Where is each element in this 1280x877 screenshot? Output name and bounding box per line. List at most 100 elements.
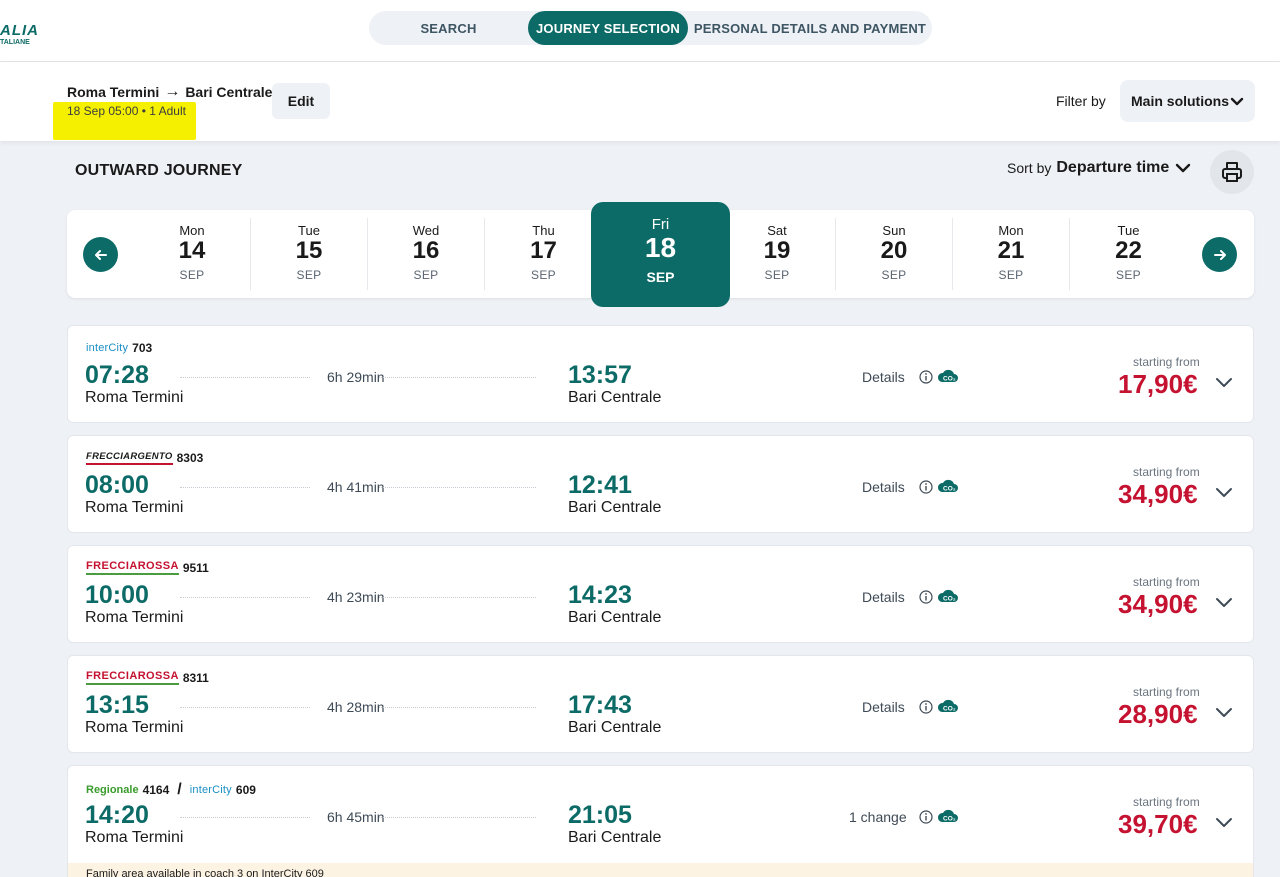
train-number: 4164 (142, 783, 170, 797)
date-option[interactable]: Mon 14 SEP (134, 218, 251, 290)
co2-icon[interactable]: CO₂ (937, 808, 959, 824)
previous-dates-button[interactable] (83, 237, 118, 272)
day-month: SEP (998, 268, 1024, 282)
logo-text: ALIA (0, 22, 39, 39)
day-name: Sun (882, 223, 906, 238)
co2-icon[interactable]: CO₂ (937, 588, 959, 604)
price: 34,90€ (1118, 479, 1198, 509)
journey-card[interactable]: FRECCIARGENTO 8303 08:00 Roma Termini 4h… (67, 435, 1254, 533)
date-option[interactable]: Thu 17 SEP (485, 218, 602, 290)
departure-time: 14:20 (85, 801, 149, 829)
date-option[interactable]: Tue 15 SEP (251, 218, 368, 290)
trip-date-passengers: 18 Sep 05:00 • 1 Adult (67, 104, 186, 118)
co2-icon[interactable]: CO₂ (937, 368, 959, 384)
info-icon[interactable] (919, 370, 933, 384)
route-line (379, 487, 536, 488)
day-month: SEP (1116, 268, 1141, 282)
train-number: 609 (235, 783, 256, 797)
next-dates-button[interactable] (1202, 237, 1237, 272)
price-from-label: starting from (1133, 465, 1200, 479)
price: 39,70€ (1118, 809, 1198, 839)
chevron-down-icon[interactable] (1215, 707, 1233, 719)
price-from-label: starting from (1133, 575, 1200, 589)
print-button[interactable] (1210, 150, 1254, 194)
filter-dropdown[interactable]: Main solutions (1120, 80, 1255, 122)
journey-duration: 4h 23min (327, 589, 385, 605)
price: 34,90€ (1118, 589, 1198, 619)
route-title: Roma Termini → Bari Centrale (67, 83, 272, 101)
day-number: 20 (880, 237, 908, 264)
family-area-notice: Family area available in coach 3 on Inte… (68, 863, 1253, 877)
day-name: Mon (179, 223, 205, 238)
day-month: SEP (413, 268, 439, 282)
arrow-left-icon (94, 249, 107, 260)
info-icon[interactable] (919, 480, 933, 494)
frecciarossa-logo: FRECCIAROSSA (86, 671, 179, 685)
departure-station: Roma Termini (85, 609, 184, 626)
price-from-label: starting from (1133, 355, 1200, 369)
date-option[interactable]: Mon 21 SEP (953, 218, 1070, 290)
day-number: 16 (412, 237, 440, 264)
arrival-time: 21:05 (568, 801, 632, 829)
journey-duration: 4h 41min (327, 479, 385, 495)
departure-station: Roma Termini (85, 499, 184, 516)
svg-text:CO₂: CO₂ (943, 486, 956, 493)
chevron-down-icon[interactable] (1215, 597, 1233, 609)
journey-duration: 4h 28min (327, 699, 385, 715)
route-line (379, 707, 536, 708)
date-option[interactable]: Sat 19 SEP (719, 218, 836, 290)
chevron-down-icon[interactable] (1215, 487, 1233, 499)
frecciargento-logo: FRECCIARGENTO (86, 451, 173, 465)
train-number: 703 (132, 341, 153, 355)
journey-card[interactable]: Regionale 4164 / interCity 609 14:20 Rom… (67, 765, 1254, 877)
departure-time: 08:00 (85, 471, 149, 499)
chevron-down-icon[interactable] (1215, 817, 1233, 829)
info-icon[interactable] (919, 590, 933, 604)
arrow-right-icon: → (164, 83, 181, 100)
train-number: 8303 (176, 451, 204, 465)
day-month: SEP (881, 268, 907, 282)
date-option[interactable]: Wed 16 SEP (368, 218, 485, 290)
details-link[interactable]: Details (862, 479, 905, 495)
origin-station: Roma Termini (67, 84, 160, 100)
date-option[interactable]: Sun 20 SEP (836, 218, 953, 290)
date-option[interactable]: Tue 22 SEP (1070, 218, 1187, 290)
trenitalia-logo[interactable]: ALIA TALIANE (0, 22, 39, 47)
day-month: SEP (531, 268, 556, 282)
outward-journey-title: OUTWARD JOURNEY (75, 162, 243, 179)
info-icon[interactable] (919, 700, 933, 714)
co2-icon[interactable]: CO₂ (937, 478, 959, 494)
sort-value: Departure time (1056, 159, 1170, 176)
date-option-selected[interactable]: Fri 18 SEP (591, 202, 730, 307)
printer-icon (1222, 162, 1242, 182)
departure-station: Roma Termini (85, 829, 184, 846)
step-search[interactable]: SEARCH (369, 11, 528, 45)
changes-link[interactable]: 1 change (849, 809, 907, 825)
train-number: 9511 (182, 561, 209, 575)
co2-icon[interactable]: CO₂ (937, 698, 959, 714)
route-line (180, 707, 310, 708)
frecciarossa-logo: FRECCIAROSSA (86, 561, 179, 575)
route-line (180, 597, 310, 598)
journey-card[interactable]: interCity 703 07:28 Roma Termini 6h 29mi… (67, 325, 1254, 423)
step-journey-selection[interactable]: JOURNEY SELECTION (528, 11, 688, 45)
details-link[interactable]: Details (862, 369, 905, 385)
step-personal-details-payment[interactable]: PERSONAL DETAILS AND PAYMENT (688, 11, 932, 45)
journey-card[interactable]: FRECCIAROSSA 8311 13:15 Roma Termini 4h … (67, 655, 1254, 753)
train-info: Regionale 4164 / interCity 609 (86, 781, 256, 799)
details-link[interactable]: Details (862, 589, 905, 605)
departure-time: 13:15 (85, 691, 149, 719)
journey-card[interactable]: FRECCIAROSSA 9511 10:00 Roma Termini 4h … (67, 545, 1254, 643)
edit-search-button[interactable]: Edit (272, 83, 330, 119)
details-link[interactable]: Details (862, 699, 905, 715)
route-line (379, 817, 536, 818)
sort-dropdown[interactable]: Sort by Departure time (1007, 159, 1192, 177)
day-name: Sat (767, 223, 787, 238)
day-name: Thu (532, 223, 555, 238)
train-number: 8311 (182, 671, 209, 685)
info-icon[interactable] (919, 810, 933, 824)
route-line (379, 377, 536, 378)
chevron-down-icon[interactable] (1215, 377, 1233, 389)
day-number: 22 (1115, 237, 1142, 264)
day-month: SEP (764, 268, 790, 282)
